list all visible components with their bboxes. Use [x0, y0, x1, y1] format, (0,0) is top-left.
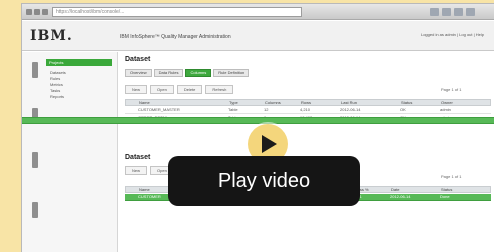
sidebar-item-metrics[interactable]: Metrics — [50, 82, 63, 87]
sidebar-item-rules[interactable]: Rules — [50, 76, 60, 81]
bookmark-icon[interactable] — [430, 8, 439, 16]
forward-icon[interactable] — [34, 9, 40, 15]
tools-icon[interactable] — [454, 8, 463, 16]
settings-icon[interactable] — [32, 152, 38, 168]
sidebar-section-projects[interactable]: Projects — [46, 59, 112, 66]
address-bar[interactable]: https://localhost/ibm/console/... — [52, 7, 302, 17]
detail-panel: Dataset New Open Delete Page 1 of 1 Name… — [119, 52, 494, 252]
pager[interactable]: Page 1 of 1 — [441, 174, 461, 179]
user-links[interactable]: Logged in as admin | Log out | Help — [421, 32, 484, 37]
app-header: IBM. IBM InfoSphere™ Quality Manager Adm… — [22, 21, 494, 51]
column-header[interactable]: Date — [388, 187, 438, 192]
menu-icon[interactable] — [466, 8, 475, 16]
reload-icon[interactable] — [42, 9, 48, 15]
sidebar-item-reports[interactable]: Reports — [50, 94, 64, 99]
home-icon[interactable] — [32, 62, 38, 78]
new-button[interactable]: New — [125, 166, 148, 175]
sidebar-item-datasets[interactable]: Datasets — [50, 70, 66, 75]
play-video-label[interactable]: Play video — [168, 156, 360, 206]
play-icon — [262, 135, 277, 153]
reports-icon[interactable] — [32, 202, 38, 218]
column-header[interactable]: Status — [438, 187, 488, 192]
sidebar-item-tasks[interactable]: Tasks — [50, 88, 60, 93]
product-title: IBM InfoSphere™ Quality Manager Administ… — [120, 34, 231, 40]
ibm-logo: IBM. — [30, 28, 73, 44]
section-title: Dataset — [125, 154, 151, 161]
sidebar: Projects Datasets Rules Metrics Tasks Re… — [22, 52, 118, 252]
back-icon[interactable] — [26, 9, 32, 15]
browser-toolbar: https://localhost/ibm/console/... — [22, 4, 494, 20]
home-icon[interactable] — [442, 8, 451, 16]
